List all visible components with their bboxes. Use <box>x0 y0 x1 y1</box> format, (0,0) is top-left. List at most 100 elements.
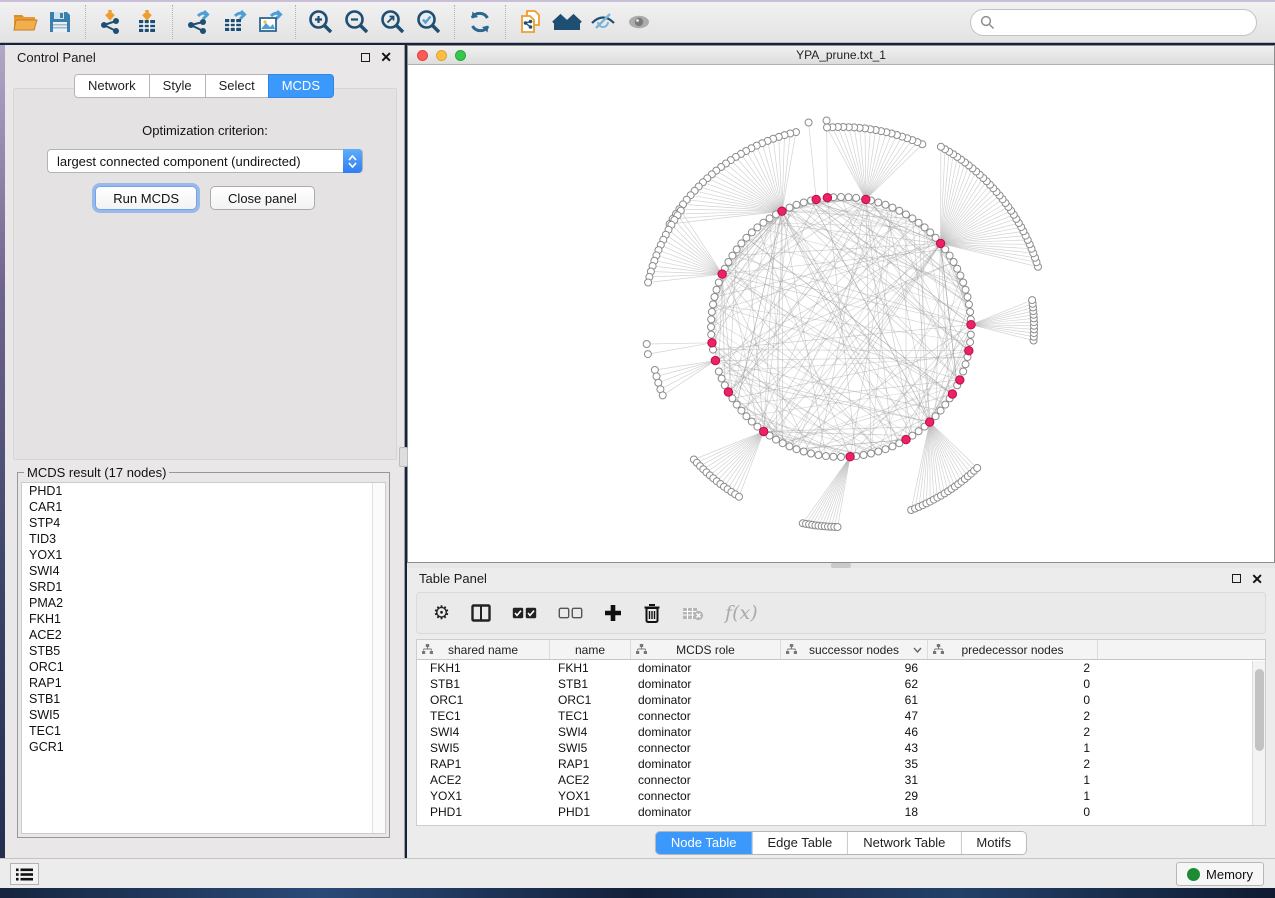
open-file-icon[interactable] <box>6 4 42 40</box>
run-mcds-button[interactable]: Run MCDS <box>95 186 197 210</box>
mcds-result-item[interactable]: TEC1 <box>22 723 385 739</box>
column-header-predecessor-nodes[interactable]: predecessor nodes <box>928 640 1098 659</box>
float-panel-icon[interactable] <box>361 53 370 62</box>
floppy-icon <box>47 9 73 35</box>
two-houses-icon <box>552 8 582 36</box>
tab-select[interactable]: Select <box>205 74 269 98</box>
column-header-name[interactable]: name <box>550 640 631 659</box>
vertical-splitter-handle[interactable] <box>399 447 408 467</box>
mcds-result-list: PHD1CAR1STP4TID3YOX1SWI4SRD1PMA2FKH1ACE2… <box>21 482 386 834</box>
save-session-icon[interactable] <box>42 4 78 40</box>
mcds-result-item[interactable]: RAP1 <box>22 675 385 691</box>
import-network-icon[interactable] <box>93 4 129 40</box>
mcds-result-item[interactable]: STB5 <box>22 643 385 659</box>
zoom-in-icon[interactable] <box>303 4 339 40</box>
mcds-result-item[interactable]: SWI5 <box>22 707 385 723</box>
network-graph <box>408 65 1274 562</box>
show-columns-icon[interactable] <box>471 604 491 622</box>
show-all-icon[interactable] <box>621 4 657 40</box>
tab-motifs[interactable]: Motifs <box>960 832 1026 854</box>
table-row[interactable]: PHD1PHD1dominator180 <box>417 804 1265 820</box>
mcds-result-item[interactable]: PMA2 <box>22 595 385 611</box>
close-panel-button[interactable]: Close panel <box>210 186 315 210</box>
duplicate-network-icon[interactable] <box>513 4 549 40</box>
task-history-button[interactable] <box>10 863 39 885</box>
mcds-result-item[interactable]: STP4 <box>22 515 385 531</box>
table-bottom-tabs: Node TableEdge TableNetwork TableMotifs <box>655 831 1027 855</box>
mcds-result-item[interactable]: CAR1 <box>22 499 385 515</box>
zoom-selected-icon[interactable] <box>411 4 447 40</box>
unselect-all-icon[interactable] <box>558 607 583 619</box>
close-window-icon[interactable] <box>417 50 428 61</box>
export-image-icon[interactable] <box>252 4 288 40</box>
mcds-result-item[interactable]: FKH1 <box>22 611 385 627</box>
table-row[interactable]: FKH1FKH1dominator962 <box>417 660 1265 676</box>
minimize-window-icon[interactable] <box>436 50 447 61</box>
network-window-titlebar[interactable]: YPA_prune.txt_1 <box>408 46 1274 65</box>
export-network-icon[interactable] <box>180 4 216 40</box>
table-cell: 47 <box>781 708 928 724</box>
table-row[interactable]: RAP1RAP1dominator352 <box>417 756 1265 772</box>
tab-network-table[interactable]: Network Table <box>847 832 960 854</box>
control-panel-title: Control Panel <box>17 50 96 65</box>
table-cell: 1 <box>928 772 1098 788</box>
refresh-icon[interactable] <box>462 4 498 40</box>
hierarchy-icon <box>933 644 944 655</box>
mcds-result-item[interactable]: TID3 <box>22 531 385 547</box>
settings-gear-icon[interactable]: ⚙ <box>433 602 450 625</box>
hide-selected-icon[interactable] <box>585 4 621 40</box>
table-scrollbar-thumb[interactable] <box>1255 669 1264 751</box>
mcds-result-item[interactable]: SWI4 <box>22 563 385 579</box>
table-cell: YOX1 <box>550 788 631 804</box>
table-row[interactable]: STB1STB1dominator620 <box>417 676 1265 692</box>
select-all-icon[interactable] <box>512 607 537 619</box>
close-panel-icon[interactable]: ✕ <box>380 52 392 62</box>
network-canvas[interactable] <box>408 65 1274 562</box>
tab-network[interactable]: Network <box>74 74 150 98</box>
tab-style[interactable]: Style <box>149 74 206 98</box>
mcds-result-item[interactable]: ACE2 <box>22 627 385 643</box>
table-scrollbar[interactable] <box>1252 661 1265 825</box>
search-input[interactable] <box>1001 15 1247 30</box>
criterion-dropdown[interactable]: largest connected component (undirected) <box>47 149 363 173</box>
tab-mcds[interactable]: MCDS <box>268 74 334 98</box>
tab-node-table[interactable]: Node Table <box>656 832 752 854</box>
mcds-result-item[interactable]: YOX1 <box>22 547 385 563</box>
memory-button[interactable]: Memory <box>1176 862 1264 886</box>
table-export-icon <box>220 8 248 36</box>
add-column-icon[interactable] <box>604 604 622 622</box>
zoom-out-icon[interactable] <box>339 4 375 40</box>
list-scrollbar[interactable] <box>372 483 385 833</box>
table-cell: dominator <box>631 804 781 820</box>
mcds-result-item[interactable]: GCR1 <box>22 739 385 755</box>
export-table-icon[interactable] <box>216 4 252 40</box>
column-header-shared-name[interactable]: shared name <box>417 640 550 659</box>
control-panel-header: Control Panel ✕ <box>5 45 404 69</box>
column-label: MCDS role <box>676 643 735 657</box>
float-table-panel-icon[interactable] <box>1232 574 1241 583</box>
table-row[interactable]: YOX1YOX1connector291 <box>417 788 1265 804</box>
mcds-result-item[interactable]: PHD1 <box>22 483 385 499</box>
mcds-result-item[interactable]: STB1 <box>22 691 385 707</box>
first-neighbors-icon[interactable] <box>549 4 585 40</box>
column-label: predecessor nodes <box>961 643 1063 657</box>
table-cell: SWI4 <box>417 724 550 740</box>
import-table-icon[interactable] <box>129 4 165 40</box>
table-row[interactable]: SWI4SWI4dominator462 <box>417 724 1265 740</box>
control-panel-tabs: NetworkStyleSelectMCDS <box>5 74 404 98</box>
table-row[interactable]: ACE2ACE2connector311 <box>417 772 1265 788</box>
table-row[interactable]: TEC1TEC1connector472 <box>417 708 1265 724</box>
table-panel-header: Table Panel ✕ <box>407 568 1275 589</box>
delete-column-icon[interactable] <box>643 603 661 623</box>
table-row[interactable]: SWI5SWI5connector431 <box>417 740 1265 756</box>
mcds-result-item[interactable]: SRD1 <box>22 579 385 595</box>
column-header-successor-nodes[interactable]: successor nodes <box>781 640 928 659</box>
zoom-fit-icon[interactable] <box>375 4 411 40</box>
tab-edge-table[interactable]: Edge Table <box>751 832 847 854</box>
column-header-MCDS-role[interactable]: MCDS role <box>631 640 781 659</box>
close-table-panel-icon[interactable]: ✕ <box>1251 574 1263 584</box>
maximize-window-icon[interactable] <box>455 50 466 61</box>
search-field[interactable] <box>970 9 1257 36</box>
table-row[interactable]: ORC1ORC1dominator610 <box>417 692 1265 708</box>
mcds-result-item[interactable]: ORC1 <box>22 659 385 675</box>
